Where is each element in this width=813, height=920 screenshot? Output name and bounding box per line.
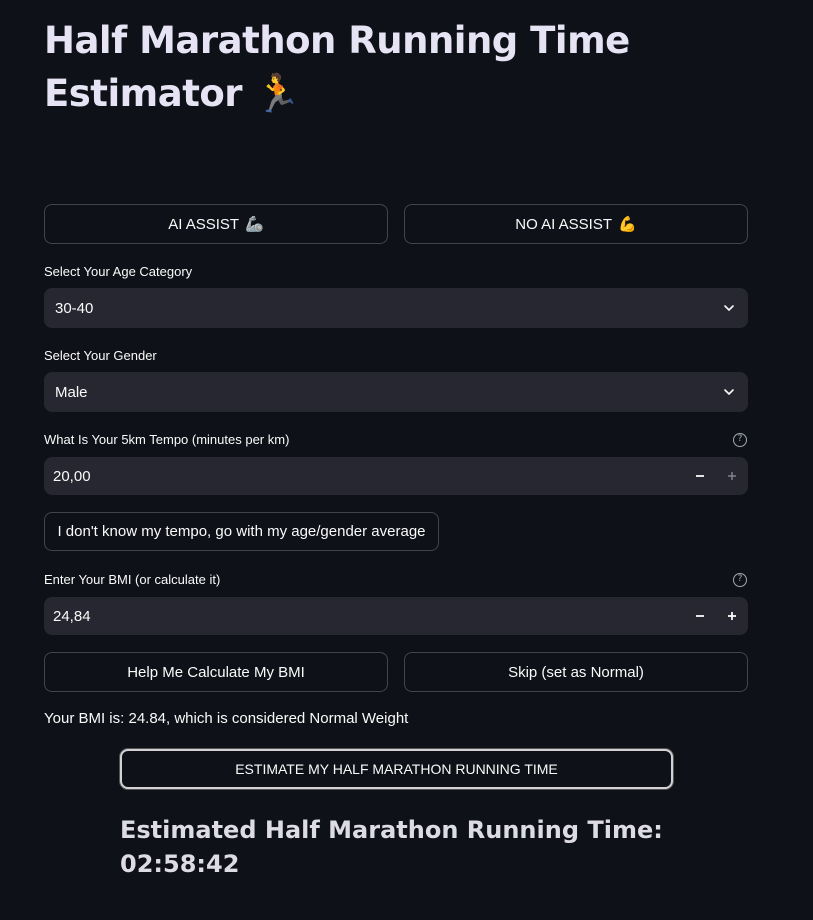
flexed-biceps-icon: 💪 xyxy=(618,216,637,233)
bmi-status-text: Your BMI is: 24.84, which is considered … xyxy=(44,710,409,727)
tempo-help-icon[interactable]: ? xyxy=(733,433,747,447)
skip-bmi-button[interactable]: Skip (set as Normal) xyxy=(404,652,748,692)
calculate-bmi-button[interactable]: Help Me Calculate My BMI xyxy=(44,652,388,692)
plus-icon xyxy=(728,612,736,620)
gender-select[interactable]: Male xyxy=(44,372,748,412)
chevron-down-icon xyxy=(724,305,734,311)
app-main: Half Marathon Running Time Estimator 🏃 A… xyxy=(0,0,813,920)
use-average-tempo-button[interactable]: I don't know my tempo, go with my age/ge… xyxy=(44,512,439,551)
ai-assist-button[interactable]: AI ASSIST 🦾 xyxy=(44,204,388,244)
tempo-number-input xyxy=(44,457,748,495)
no-ai-assist-button[interactable]: NO AI ASSIST 💪 xyxy=(404,204,748,244)
bmi-increment-button[interactable] xyxy=(716,597,748,635)
gender-select-value: Male xyxy=(55,383,88,401)
page-title: Half Marathon Running Time Estimator 🏃 xyxy=(44,14,764,120)
bmi-help-icon[interactable]: ? xyxy=(733,573,747,587)
tempo-increment-button[interactable] xyxy=(716,457,748,495)
age-label: Select Your Age Category xyxy=(44,264,193,279)
tempo-label: What Is Your 5km Tempo (minutes per km) xyxy=(44,432,290,447)
plus-icon xyxy=(728,472,736,480)
tempo-input-field[interactable] xyxy=(44,457,684,495)
age-select[interactable]: 30-40 xyxy=(44,288,748,328)
gender-label: Select Your Gender xyxy=(44,348,157,363)
tempo-decrement-button[interactable] xyxy=(684,457,716,495)
result-heading: Estimated Half Marathon Running Time: 02… xyxy=(120,813,720,881)
estimate-button[interactable]: ESTIMATE MY HALF MARATHON RUNNING TIME xyxy=(120,749,673,789)
result-time: 02:58:42 xyxy=(120,850,240,878)
bmi-label: Enter Your BMI (or calculate it) xyxy=(44,572,221,587)
minus-icon xyxy=(696,475,704,477)
mechanical-arm-icon: 🦾 xyxy=(245,216,264,233)
runner-emoji-icon: 🏃 xyxy=(254,72,301,115)
age-select-value: 30-40 xyxy=(55,299,94,317)
bmi-decrement-button[interactable] xyxy=(684,597,716,635)
result-label: Estimated Half Marathon Running Time: xyxy=(120,816,663,844)
minus-icon xyxy=(696,615,704,617)
bmi-number-input xyxy=(44,597,748,635)
bmi-input-field[interactable] xyxy=(44,597,684,635)
page-title-text: Half Marathon Running Time Estimator xyxy=(44,19,630,115)
ai-assist-label: AI ASSIST xyxy=(168,215,240,233)
no-ai-assist-label: NO AI ASSIST xyxy=(515,215,612,233)
chevron-down-icon xyxy=(724,389,734,395)
